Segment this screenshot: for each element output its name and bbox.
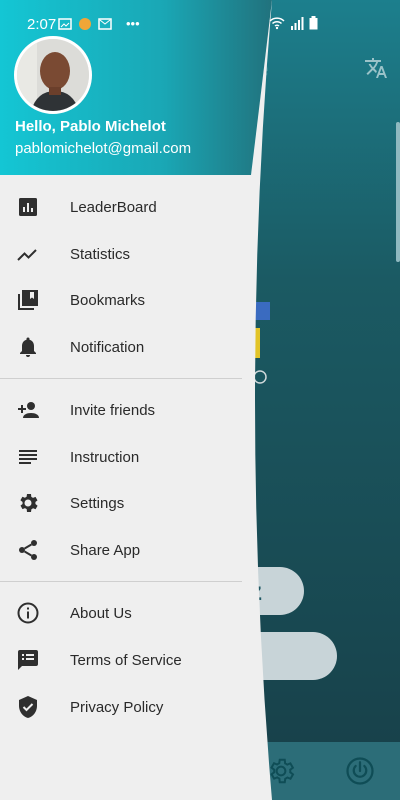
menu-item-label: LeaderBoard — [70, 198, 157, 216]
status-system-icons — [269, 16, 318, 30]
greeting-text: Hello, Pablo Michelot — [15, 118, 166, 135]
share-icon — [19, 540, 37, 560]
menu-item-label: Terms of Service — [70, 651, 182, 669]
avatar[interactable] — [14, 36, 92, 114]
shield-icon — [19, 696, 37, 718]
lines-icon — [19, 450, 37, 464]
signal-icon — [291, 16, 304, 30]
menu-item-instruction[interactable]: Instruction — [0, 434, 245, 480]
profile-photo — [17, 39, 89, 111]
menu-item-label: Invite friends — [70, 401, 156, 419]
menu-item-terms-of-service[interactable]: Terms of Service — [0, 637, 245, 683]
info-icon — [17, 602, 39, 624]
leaderboard-icon — [19, 198, 37, 216]
terms-icon — [18, 650, 38, 670]
scrollbar — [396, 122, 400, 262]
battery-icon — [309, 16, 318, 30]
menu-item-notification[interactable]: Notification — [0, 324, 245, 370]
menu-item-bookmarks[interactable]: Bookmarks — [0, 277, 245, 323]
menu-divider — [0, 581, 242, 582]
menu-item-label: Notification — [70, 338, 145, 356]
wifi-icon — [269, 16, 285, 29]
gear-icon — [20, 494, 38, 512]
menu-item-share-app[interactable]: Share App — [0, 527, 245, 573]
status-bar: 2:07 ••• — [0, 0, 400, 46]
menu-item-about-us[interactable]: About Us — [0, 590, 245, 636]
status-notification-icons: ••• — [58, 16, 140, 31]
menu-item-invite-friends[interactable]: Invite friends — [0, 387, 245, 433]
menu-item-label: Settings — [70, 494, 125, 512]
menu-item-label: Statistics — [70, 245, 131, 263]
mail-notification-icon — [98, 17, 112, 30]
menu-item-leaderboard[interactable]: LeaderBoard — [0, 184, 245, 230]
status-time: 2:07 — [27, 16, 57, 33]
menu-item-label: About Us — [70, 604, 132, 622]
bottom-power-icon[interactable] — [345, 756, 375, 786]
bell-icon — [20, 337, 36, 357]
menu-item-label: Share App — [70, 541, 141, 559]
add-person-icon — [18, 402, 39, 418]
menu-item-statistics[interactable]: Statistics — [0, 231, 245, 277]
menu-item-label: Privacy Policy — [70, 698, 164, 716]
menu-item-settings[interactable]: Settings — [0, 480, 245, 526]
menu-item-privacy-policy[interactable]: Privacy Policy — [0, 684, 245, 730]
bookmarks-icon — [18, 290, 38, 310]
image-notification-icon — [58, 17, 72, 30]
more-notifications-icon: ••• — [126, 16, 140, 31]
menu-divider — [0, 378, 242, 379]
trending-icon — [17, 249, 37, 261]
app-notification-icon — [79, 17, 91, 30]
navigation-drawer: Hello, Pablo Michelot pablomichelot@gmai… — [0, 0, 275, 800]
translate-icon[interactable] — [364, 56, 388, 80]
email-text: pablomichelot@gmail.com — [15, 140, 192, 157]
menu-item-label: Instruction — [70, 448, 140, 466]
menu-item-label: Bookmarks — [70, 291, 146, 309]
